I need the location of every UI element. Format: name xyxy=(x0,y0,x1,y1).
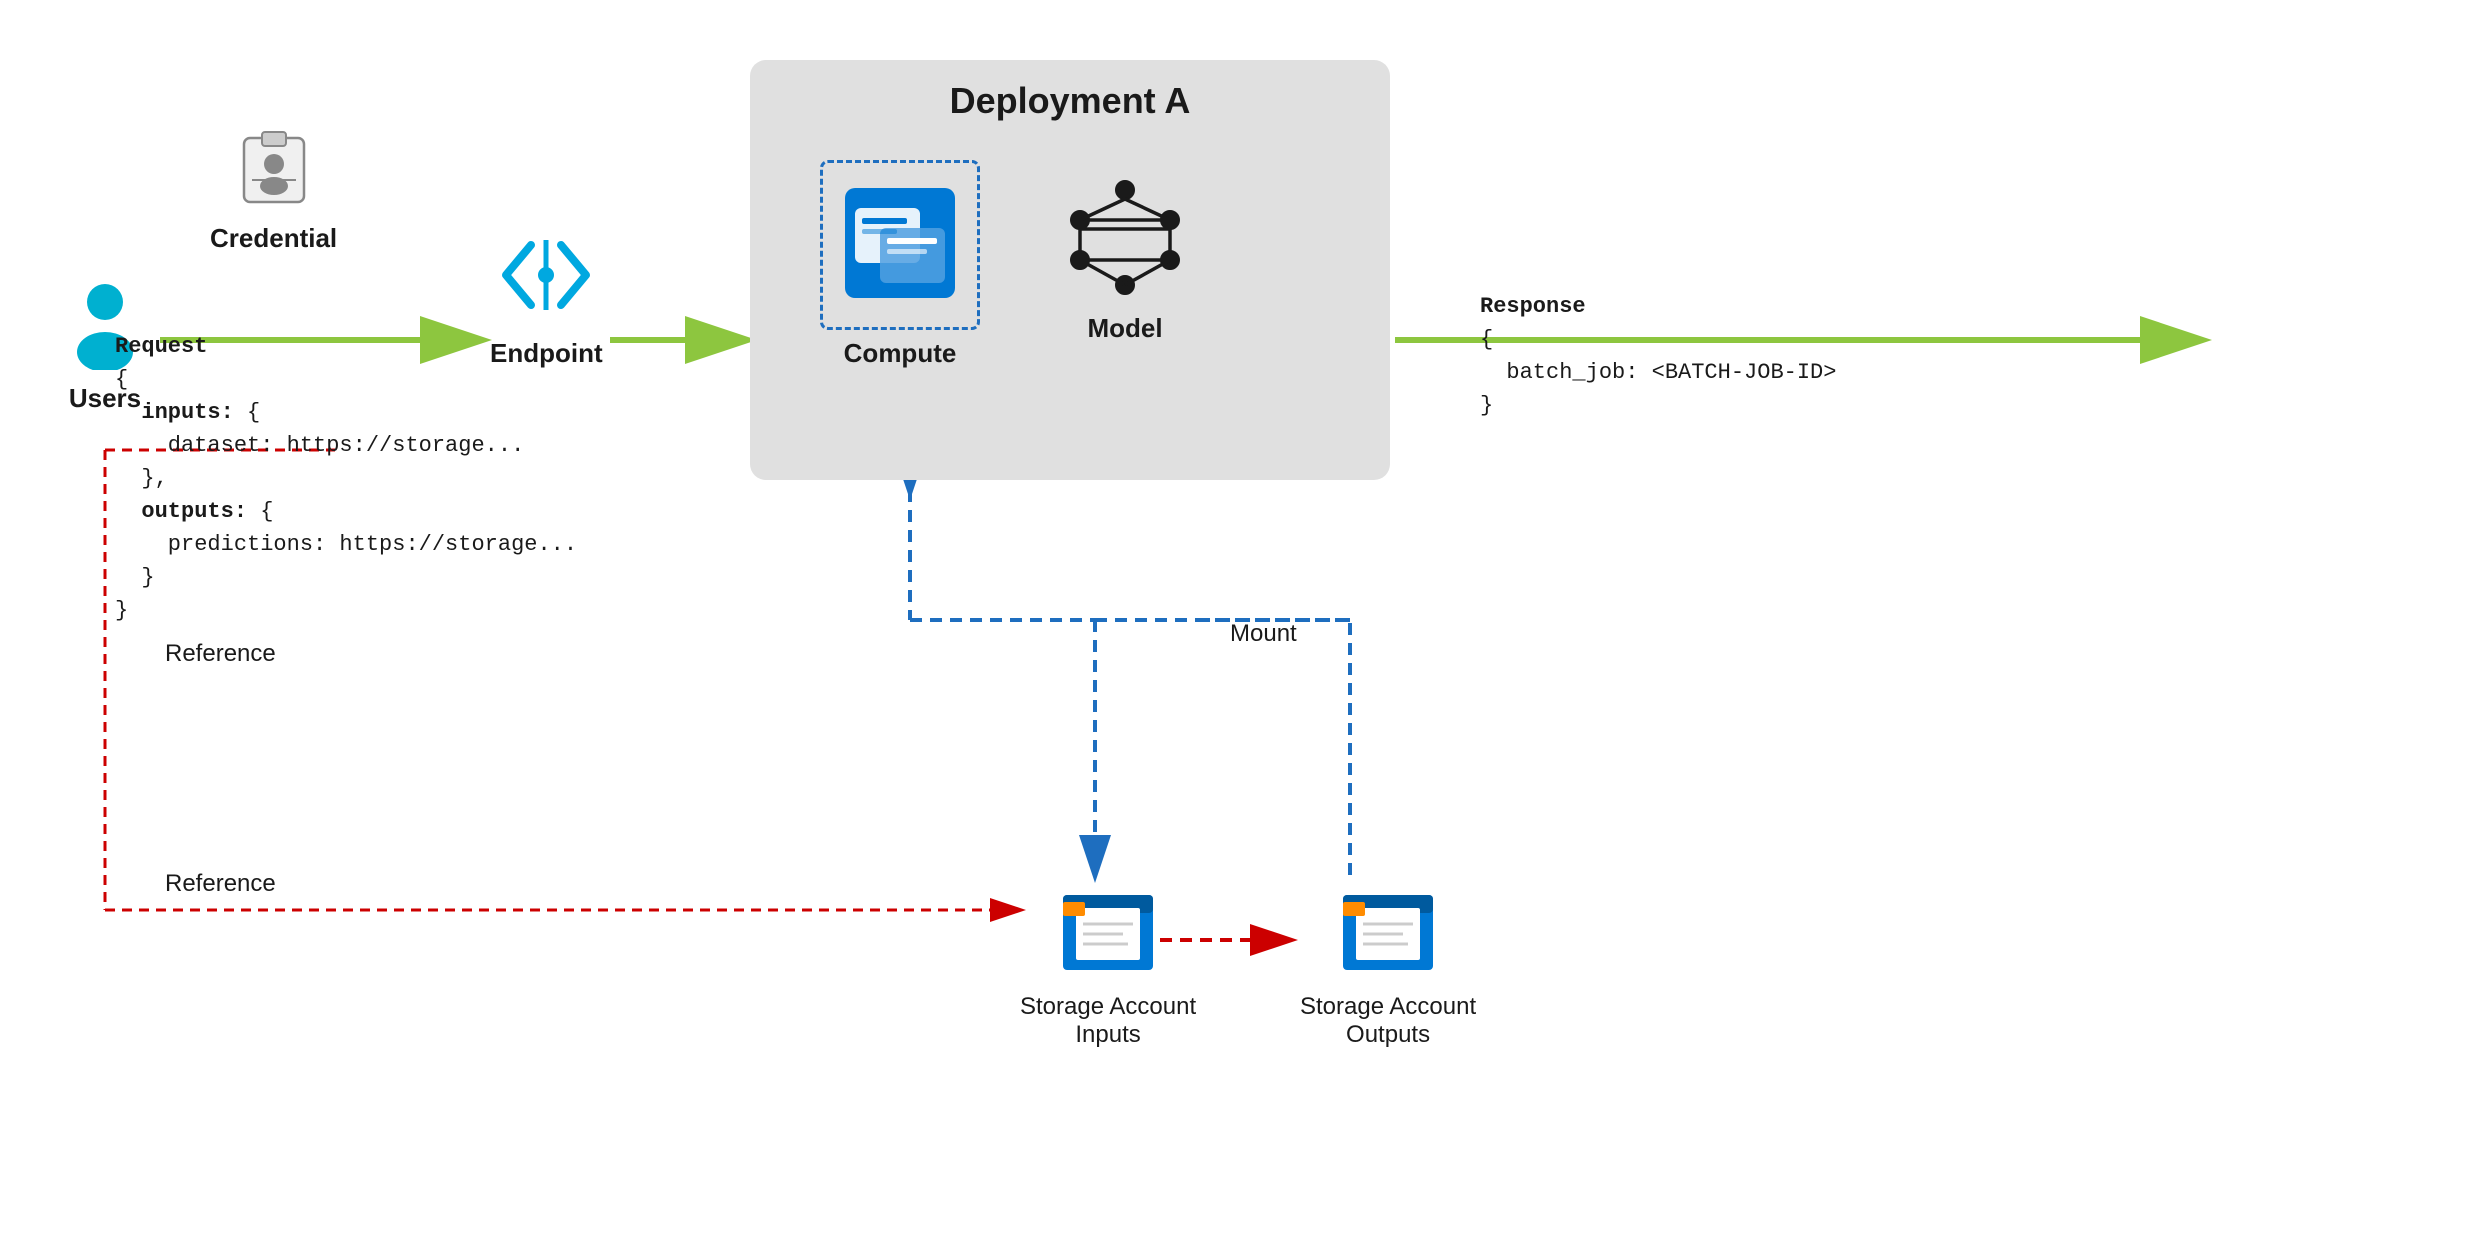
response-code: Response { batch_job: <BATCH-JOB-ID> } xyxy=(1480,290,1836,422)
endpoint-box: Endpoint xyxy=(490,225,603,369)
model-box: Model xyxy=(1060,170,1190,344)
endpoint-icon xyxy=(496,225,596,330)
model-icon xyxy=(1060,170,1190,305)
endpoint-label: Endpoint xyxy=(490,338,603,369)
storage-outputs-label: Storage Account Outputs xyxy=(1300,993,1476,1049)
compute-dashed-box xyxy=(820,160,980,330)
storage-inputs-label: Storage Account Inputs xyxy=(1020,993,1196,1049)
response-label: Response xyxy=(1480,294,1586,319)
diagram-container: Users Request { inputs: { dataset: https… xyxy=(0,0,2473,1236)
storage-outputs: Storage Account Outputs xyxy=(1300,880,1476,1049)
model-label: Model xyxy=(1087,313,1162,344)
credential-box: Credential xyxy=(210,130,337,254)
storage-outputs-icon xyxy=(1338,880,1438,985)
compute-label: Compute xyxy=(844,338,957,369)
storage-inputs-icon xyxy=(1058,880,1158,985)
request-label: Request xyxy=(115,334,207,359)
credential-label: Credential xyxy=(210,223,337,254)
deployment-title: Deployment A xyxy=(770,80,1370,122)
mount-label: Mount xyxy=(1230,620,1297,648)
compute-icon xyxy=(840,183,960,308)
storage-inputs: Storage Account Inputs xyxy=(1020,880,1196,1049)
reference-label-1: Reference xyxy=(165,640,276,668)
request-code: Request { inputs: { dataset: https://sto… xyxy=(115,330,577,627)
deployment-box: Deployment A xyxy=(750,60,1390,480)
reference-label-2: Reference xyxy=(165,870,276,898)
credential-icon xyxy=(234,130,314,215)
